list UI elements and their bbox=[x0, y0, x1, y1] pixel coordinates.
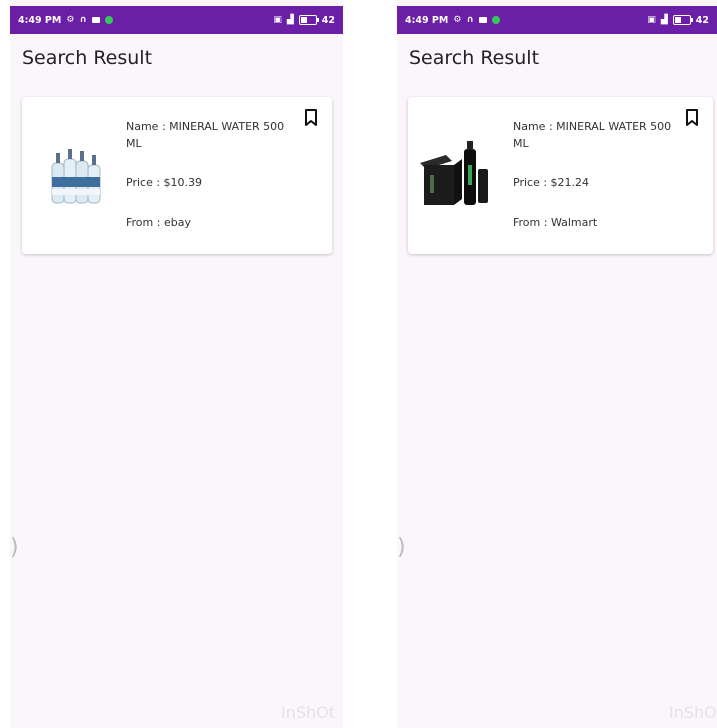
signal-icon: ▟ bbox=[286, 14, 294, 25]
headset-icon: ∩ bbox=[79, 14, 87, 25]
product-source: From : Walmart bbox=[513, 216, 598, 229]
product-price: Price : $10.39 bbox=[126, 176, 203, 189]
video-icon bbox=[91, 17, 100, 23]
battery-level: 42 bbox=[321, 14, 335, 26]
status-bar: 4:49 PM ⚙ ∩ ▣ ▟ 42 bbox=[10, 6, 343, 34]
product-price: Price : $21.24 bbox=[513, 176, 590, 189]
side-handle: ) bbox=[397, 535, 406, 560]
product-source: From : ebay bbox=[126, 216, 191, 229]
whatsapp-icon bbox=[104, 16, 113, 24]
wifi-icon: ▣ bbox=[647, 14, 656, 25]
alarm-icon: ⚙ bbox=[66, 14, 75, 25]
wifi-icon: ▣ bbox=[273, 14, 282, 25]
product-name: Name : MINERAL WATER 500 ML bbox=[126, 120, 285, 150]
battery-icon bbox=[298, 15, 319, 25]
black-water-bottle-box-image bbox=[420, 141, 488, 205]
phone-screen-left: 4:49 PM ⚙ ∩ ▣ ▟ 42 Search Result Name: … bbox=[10, 0, 343, 728]
page-title: Search Result bbox=[409, 47, 540, 69]
status-bar: 4:49 PM ⚙ ∩ ▣ ▟ 42 bbox=[397, 6, 717, 34]
phone-screen-right: 4:49 PM ⚙ ∩ ▣ ▟ 42 Search Result Name : … bbox=[397, 0, 717, 728]
video-icon bbox=[478, 17, 487, 23]
alarm-icon: ⚙ bbox=[453, 14, 462, 25]
battery-icon bbox=[672, 15, 693, 25]
page-title: Search Result bbox=[22, 47, 153, 69]
side-handle: ) bbox=[10, 535, 19, 560]
search-result-card[interactable]: Name : MINERAL WATER 500 ML Price : $21.… bbox=[408, 97, 713, 254]
signal-icon: ▟ bbox=[660, 14, 668, 25]
headset-icon: ∩ bbox=[466, 14, 474, 25]
water-bottle-pack-image bbox=[51, 149, 101, 204]
watermark: InShOt bbox=[280, 703, 335, 722]
product-name: Name : MINERAL WATER 500 ML bbox=[513, 120, 672, 150]
whatsapp-icon bbox=[491, 16, 500, 24]
status-time: 4:49 PM bbox=[405, 14, 449, 26]
battery-level: 42 bbox=[695, 14, 709, 26]
bookmark-icon[interactable] bbox=[685, 109, 699, 127]
bookmark-icon[interactable] bbox=[304, 109, 318, 127]
search-result-card[interactable]: Name : MINERAL WATER 500 ML Price : $10.… bbox=[22, 97, 332, 254]
watermark: InShOt bbox=[668, 703, 717, 722]
status-time: 4:49 PM bbox=[18, 14, 62, 26]
